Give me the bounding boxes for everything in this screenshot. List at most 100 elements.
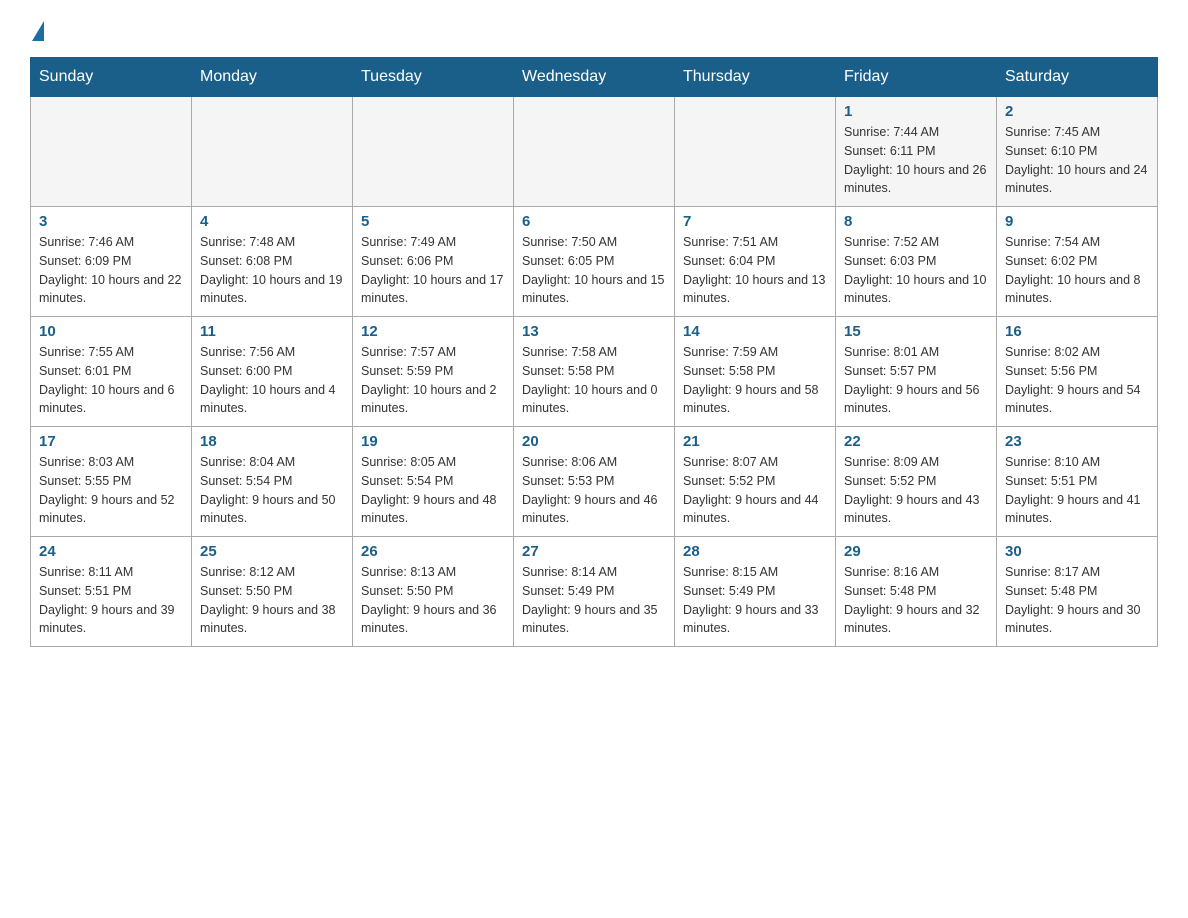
day-number: 28 bbox=[683, 543, 827, 560]
day-number: 13 bbox=[522, 323, 666, 340]
logo bbox=[30, 20, 44, 37]
day-info: Sunrise: 7:59 AM Sunset: 5:58 PM Dayligh… bbox=[683, 343, 827, 418]
day-number: 1 bbox=[844, 103, 988, 120]
day-info: Sunrise: 8:13 AM Sunset: 5:50 PM Dayligh… bbox=[361, 563, 505, 638]
day-info: Sunrise: 7:58 AM Sunset: 5:58 PM Dayligh… bbox=[522, 343, 666, 418]
day-info: Sunrise: 7:45 AM Sunset: 6:10 PM Dayligh… bbox=[1005, 123, 1149, 198]
day-number: 20 bbox=[522, 433, 666, 450]
day-info: Sunrise: 8:17 AM Sunset: 5:48 PM Dayligh… bbox=[1005, 563, 1149, 638]
day-info: Sunrise: 8:12 AM Sunset: 5:50 PM Dayligh… bbox=[200, 563, 344, 638]
calendar-cell: 22 Sunrise: 8:09 AM Sunset: 5:52 PM Dayli… bbox=[836, 427, 997, 537]
day-info: Sunrise: 7:46 AM Sunset: 6:09 PM Dayligh… bbox=[39, 233, 183, 308]
day-info: Sunrise: 8:14 AM Sunset: 5:49 PM Dayligh… bbox=[522, 563, 666, 638]
calendar-cell bbox=[675, 97, 836, 207]
day-info: Sunrise: 8:15 AM Sunset: 5:49 PM Dayligh… bbox=[683, 563, 827, 638]
calendar-cell: 9Sunrise: 7:54 AM Sunset: 6:02 PM Daylig… bbox=[997, 207, 1158, 317]
day-number: 2 bbox=[1005, 103, 1149, 120]
calendar-cell: 20 Sunrise: 8:06 AM Sunset: 5:53 PM Dayli… bbox=[514, 427, 675, 537]
calendar-cell bbox=[31, 97, 192, 207]
day-info: Sunrise: 8:05 AM Sunset: 5:54 PM Dayligh… bbox=[361, 453, 505, 528]
day-number: 15 bbox=[844, 323, 988, 340]
weekday-header-thursday: Thursday bbox=[675, 58, 836, 97]
weekday-header-wednesday: Wednesday bbox=[514, 58, 675, 97]
weekday-header-tuesday: Tuesday bbox=[353, 58, 514, 97]
logo-triangle-icon bbox=[32, 21, 44, 41]
day-info: Sunrise: 7:48 AM Sunset: 6:08 PM Dayligh… bbox=[200, 233, 344, 308]
day-number: 4 bbox=[200, 213, 344, 230]
calendar-cell: 17 Sunrise: 8:03 AM Sunset: 5:55 PM Dayli… bbox=[31, 427, 192, 537]
day-number: 30 bbox=[1005, 543, 1149, 560]
calendar-cell: 3 Sunrise: 7:46 AM Sunset: 6:09 PM Daylig… bbox=[31, 207, 192, 317]
day-number: 19 bbox=[361, 433, 505, 450]
calendar-cell: 23Sunrise: 8:10 AM Sunset: 5:51 PM Dayli… bbox=[997, 427, 1158, 537]
calendar-cell: 2 Sunrise: 7:45 AM Sunset: 6:10 PM Daylig… bbox=[997, 97, 1158, 207]
day-number: 27 bbox=[522, 543, 666, 560]
calendar-cell: 27 Sunrise: 8:14 AM Sunset: 5:49 PM Dayli… bbox=[514, 537, 675, 647]
weekday-header-friday: Friday bbox=[836, 58, 997, 97]
calendar-cell: 11 Sunrise: 7:56 AM Sunset: 6:00 PM Dayli… bbox=[192, 317, 353, 427]
calendar-cell: 14 Sunrise: 7:59 AM Sunset: 5:58 PM Dayli… bbox=[675, 317, 836, 427]
day-number: 8 bbox=[844, 213, 988, 230]
day-info: Sunrise: 7:52 AM Sunset: 6:03 PM Dayligh… bbox=[844, 233, 988, 308]
day-info: Sunrise: 7:55 AM Sunset: 6:01 PM Dayligh… bbox=[39, 343, 183, 418]
day-number: 3 bbox=[39, 213, 183, 230]
day-info: Sunrise: 8:11 AM Sunset: 5:51 PM Dayligh… bbox=[39, 563, 183, 638]
day-number: 21 bbox=[683, 433, 827, 450]
calendar-cell: 6Sunrise: 7:50 AM Sunset: 6:05 PM Daylig… bbox=[514, 207, 675, 317]
calendar-cell bbox=[353, 97, 514, 207]
calendar-cell: 21 Sunrise: 8:07 AM Sunset: 5:52 PM Dayli… bbox=[675, 427, 836, 537]
day-info: Sunrise: 8:16 AM Sunset: 5:48 PM Dayligh… bbox=[844, 563, 988, 638]
day-info: Sunrise: 8:06 AM Sunset: 5:53 PM Dayligh… bbox=[522, 453, 666, 528]
day-info: Sunrise: 8:01 AM Sunset: 5:57 PM Dayligh… bbox=[844, 343, 988, 418]
calendar-week-1: 1 Sunrise: 7:44 AM Sunset: 6:11 PM Daylig… bbox=[31, 97, 1158, 207]
day-number: 18 bbox=[200, 433, 344, 450]
page-header bbox=[30, 20, 1158, 37]
day-number: 17 bbox=[39, 433, 183, 450]
calendar-cell bbox=[514, 97, 675, 207]
day-number: 6 bbox=[522, 213, 666, 230]
calendar-cell: 24 Sunrise: 8:11 AM Sunset: 5:51 PM Dayli… bbox=[31, 537, 192, 647]
day-number: 7 bbox=[683, 213, 827, 230]
day-number: 24 bbox=[39, 543, 183, 560]
calendar-week-5: 24 Sunrise: 8:11 AM Sunset: 5:51 PM Dayli… bbox=[31, 537, 1158, 647]
day-number: 22 bbox=[844, 433, 988, 450]
day-number: 29 bbox=[844, 543, 988, 560]
day-number: 14 bbox=[683, 323, 827, 340]
day-info: Sunrise: 8:10 AM Sunset: 5:51 PM Dayligh… bbox=[1005, 453, 1149, 528]
calendar-cell: 12 Sunrise: 7:57 AM Sunset: 5:59 PM Dayli… bbox=[353, 317, 514, 427]
calendar-cell: 25 Sunrise: 8:12 AM Sunset: 5:50 PM Dayli… bbox=[192, 537, 353, 647]
calendar-cell: 28 Sunrise: 8:15 AM Sunset: 5:49 PM Dayli… bbox=[675, 537, 836, 647]
calendar-cell: 13 Sunrise: 7:58 AM Sunset: 5:58 PM Dayli… bbox=[514, 317, 675, 427]
day-info: Sunrise: 7:49 AM Sunset: 6:06 PM Dayligh… bbox=[361, 233, 505, 308]
day-info: Sunrise: 7:56 AM Sunset: 6:00 PM Dayligh… bbox=[200, 343, 344, 418]
day-number: 5 bbox=[361, 213, 505, 230]
day-info: Sunrise: 7:51 AM Sunset: 6:04 PM Dayligh… bbox=[683, 233, 827, 308]
weekday-header-sunday: Sunday bbox=[31, 58, 192, 97]
calendar-cell: 18 Sunrise: 8:04 AM Sunset: 5:54 PM Dayli… bbox=[192, 427, 353, 537]
day-number: 16 bbox=[1005, 323, 1149, 340]
day-info: Sunrise: 8:09 AM Sunset: 5:52 PM Dayligh… bbox=[844, 453, 988, 528]
day-number: 11 bbox=[200, 323, 344, 340]
calendar-cell: 10Sunrise: 7:55 AM Sunset: 6:01 PM Dayli… bbox=[31, 317, 192, 427]
calendar-cell: 26 Sunrise: 8:13 AM Sunset: 5:50 PM Dayli… bbox=[353, 537, 514, 647]
day-number: 25 bbox=[200, 543, 344, 560]
day-info: Sunrise: 8:07 AM Sunset: 5:52 PM Dayligh… bbox=[683, 453, 827, 528]
day-number: 26 bbox=[361, 543, 505, 560]
day-info: Sunrise: 7:57 AM Sunset: 5:59 PM Dayligh… bbox=[361, 343, 505, 418]
calendar-cell: 7 Sunrise: 7:51 AM Sunset: 6:04 PM Daylig… bbox=[675, 207, 836, 317]
calendar-cell: 4 Sunrise: 7:48 AM Sunset: 6:08 PM Daylig… bbox=[192, 207, 353, 317]
calendar-cell: 1 Sunrise: 7:44 AM Sunset: 6:11 PM Daylig… bbox=[836, 97, 997, 207]
calendar-cell: 16Sunrise: 8:02 AM Sunset: 5:56 PM Dayli… bbox=[997, 317, 1158, 427]
day-info: Sunrise: 8:03 AM Sunset: 5:55 PM Dayligh… bbox=[39, 453, 183, 528]
day-info: Sunrise: 7:44 AM Sunset: 6:11 PM Dayligh… bbox=[844, 123, 988, 198]
calendar-week-3: 10Sunrise: 7:55 AM Sunset: 6:01 PM Dayli… bbox=[31, 317, 1158, 427]
weekday-header-monday: Monday bbox=[192, 58, 353, 97]
day-info: Sunrise: 8:04 AM Sunset: 5:54 PM Dayligh… bbox=[200, 453, 344, 528]
calendar-cell: 15 Sunrise: 8:01 AM Sunset: 5:57 PM Dayli… bbox=[836, 317, 997, 427]
calendar-cell: 5 Sunrise: 7:49 AM Sunset: 6:06 PM Daylig… bbox=[353, 207, 514, 317]
weekday-header-saturday: Saturday bbox=[997, 58, 1158, 97]
calendar-cell bbox=[192, 97, 353, 207]
day-number: 12 bbox=[361, 323, 505, 340]
day-number: 9 bbox=[1005, 213, 1149, 230]
calendar-cell: 29 Sunrise: 8:16 AM Sunset: 5:48 PM Dayli… bbox=[836, 537, 997, 647]
